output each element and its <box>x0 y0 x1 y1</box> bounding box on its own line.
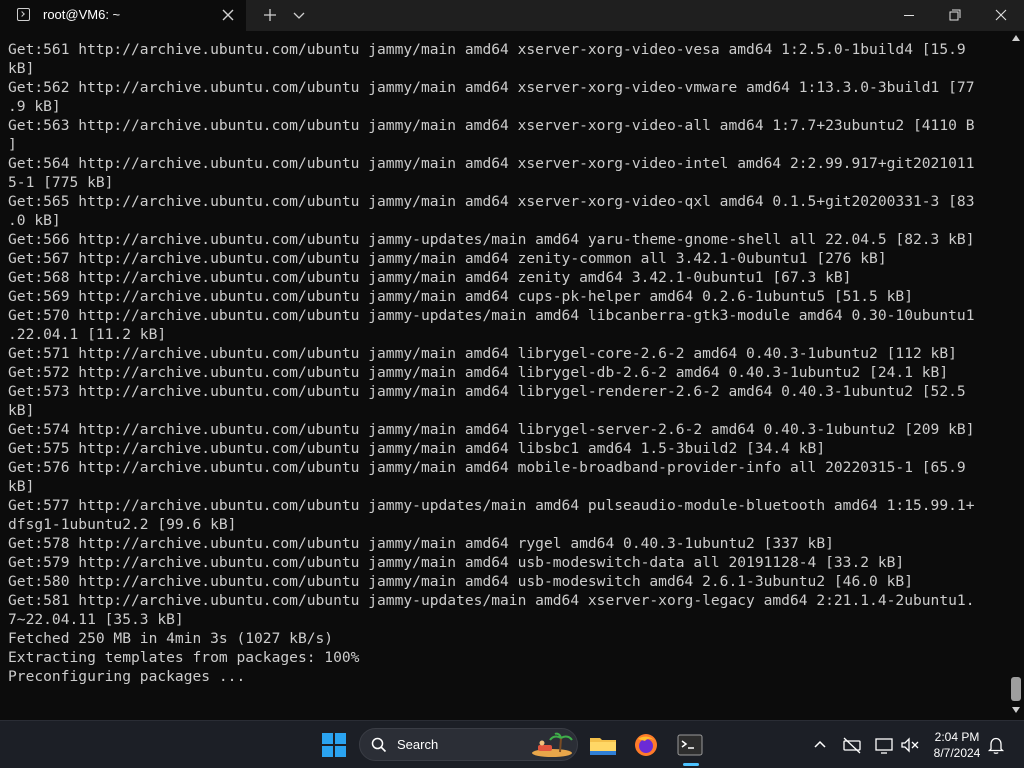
network-disconnected-icon[interactable] <box>840 733 864 757</box>
terminal-line: Fetched 250 MB in 4min 3s (1027 kB/s) <box>8 630 334 647</box>
title-bar: root@VM6: ~ <box>0 0 1024 31</box>
search-input[interactable]: Search <box>359 728 578 761</box>
terminal-line: Get:571 http://archive.ubuntu.com/ubuntu… <box>8 345 957 362</box>
restore-icon[interactable] <box>932 0 978 31</box>
minimize-icon[interactable] <box>886 0 932 31</box>
notification-bell-icon[interactable] <box>987 735 1005 755</box>
clock-time: 2:04 PM <box>934 730 980 744</box>
display-icon[interactable] <box>872 733 896 757</box>
terminal-line: Get:579 http://archive.ubuntu.com/ubuntu… <box>8 554 905 571</box>
terminal-line: Get:567 http://archive.ubuntu.com/ubuntu… <box>8 250 887 267</box>
terminal-line: Preconfiguring packages ... <box>8 668 246 685</box>
terminal-line: .0 kB] <box>8 212 61 229</box>
speaker-muted-icon[interactable] <box>898 733 922 757</box>
terminal-line: kB] <box>8 60 35 77</box>
close-icon[interactable] <box>218 4 238 26</box>
search-icon <box>371 737 387 753</box>
terminal-line: Get:562 http://archive.ubuntu.com/ubuntu… <box>8 79 975 96</box>
terminal-line: Get:563 http://archive.ubuntu.com/ubuntu… <box>8 117 975 134</box>
beach-illustration-icon <box>532 732 573 757</box>
scroll-thumb[interactable] <box>1011 677 1021 701</box>
terminal-line: kB] <box>8 402 35 419</box>
terminal-line: 7~22.04.11 [35.3 kB] <box>8 611 184 628</box>
terminal-line: Get:568 http://archive.ubuntu.com/ubuntu… <box>8 269 852 286</box>
terminal-line: Get:573 http://archive.ubuntu.com/ubuntu… <box>8 383 966 400</box>
terminal-line: Get:566 http://archive.ubuntu.com/ubuntu… <box>8 231 975 248</box>
terminal-line: kB] <box>8 478 35 495</box>
terminal-icon <box>17 8 30 21</box>
windows-start-icon[interactable] <box>316 727 352 763</box>
firefox-icon[interactable] <box>628 727 664 763</box>
scrollbar[interactable] <box>1008 31 1024 720</box>
scroll-up-icon[interactable] <box>1012 35 1020 41</box>
terminal-line: Get:576 http://archive.ubuntu.com/ubuntu… <box>8 459 966 476</box>
terminal-line: 5-1 [775 kB] <box>8 174 114 191</box>
terminal-line: .22.04.1 [11.2 kB] <box>8 326 167 343</box>
terminal-line: Get:578 http://archive.ubuntu.com/ubuntu… <box>8 535 834 552</box>
terminal-line: Get:570 http://archive.ubuntu.com/ubuntu… <box>8 307 975 324</box>
search-label: Search <box>397 737 439 752</box>
terminal-text: Get:561 http://archive.ubuntu.com/ubuntu… <box>8 40 974 686</box>
terminal-line: .9 kB] <box>8 98 61 115</box>
terminal-line: dfsg1-1ubuntu2.2 [99.6 kB] <box>8 516 237 533</box>
window-close-icon[interactable] <box>978 0 1024 31</box>
chevron-down-icon[interactable] <box>289 4 309 26</box>
terminal-app-icon[interactable] <box>672 727 708 763</box>
file-explorer-icon[interactable] <box>585 727 621 763</box>
chevron-up-icon[interactable] <box>808 733 832 757</box>
terminal-line: Get:581 http://archive.ubuntu.com/ubuntu… <box>8 592 975 609</box>
system-clock[interactable]: 2:04 PM 8/7/2024 <box>926 729 988 761</box>
taskbar: Search 2:04 PM 8/7/2024 <box>0 720 1024 768</box>
terminal-line: Get:564 http://archive.ubuntu.com/ubuntu… <box>8 155 975 172</box>
terminal-line: Get:575 http://archive.ubuntu.com/ubuntu… <box>8 440 826 457</box>
terminal-line: Get:574 http://archive.ubuntu.com/ubuntu… <box>8 421 975 438</box>
terminal-output[interactable]: Get:561 http://archive.ubuntu.com/ubuntu… <box>0 31 1008 720</box>
terminal-line: Get:565 http://archive.ubuntu.com/ubuntu… <box>8 193 975 210</box>
clock-date: 8/7/2024 <box>933 746 981 760</box>
active-app-indicator <box>683 763 699 766</box>
terminal-line: Get:577 http://archive.ubuntu.com/ubuntu… <box>8 497 975 514</box>
terminal-line: Get:561 http://archive.ubuntu.com/ubuntu… <box>8 41 966 58</box>
terminal-line: Get:572 http://archive.ubuntu.com/ubuntu… <box>8 364 949 381</box>
plus-icon[interactable] <box>260 4 280 26</box>
terminal-line: Extracting templates from packages: 100% <box>8 649 360 666</box>
terminal-line: Get:580 http://archive.ubuntu.com/ubuntu… <box>8 573 913 590</box>
tab-terminal[interactable]: root@VM6: ~ <box>0 0 246 31</box>
scroll-down-icon[interactable] <box>1012 707 1020 713</box>
tab-title: root@VM6: ~ <box>43 7 121 22</box>
terminal-line: ] <box>8 136 17 153</box>
terminal-line: Get:569 http://archive.ubuntu.com/ubuntu… <box>8 288 913 305</box>
